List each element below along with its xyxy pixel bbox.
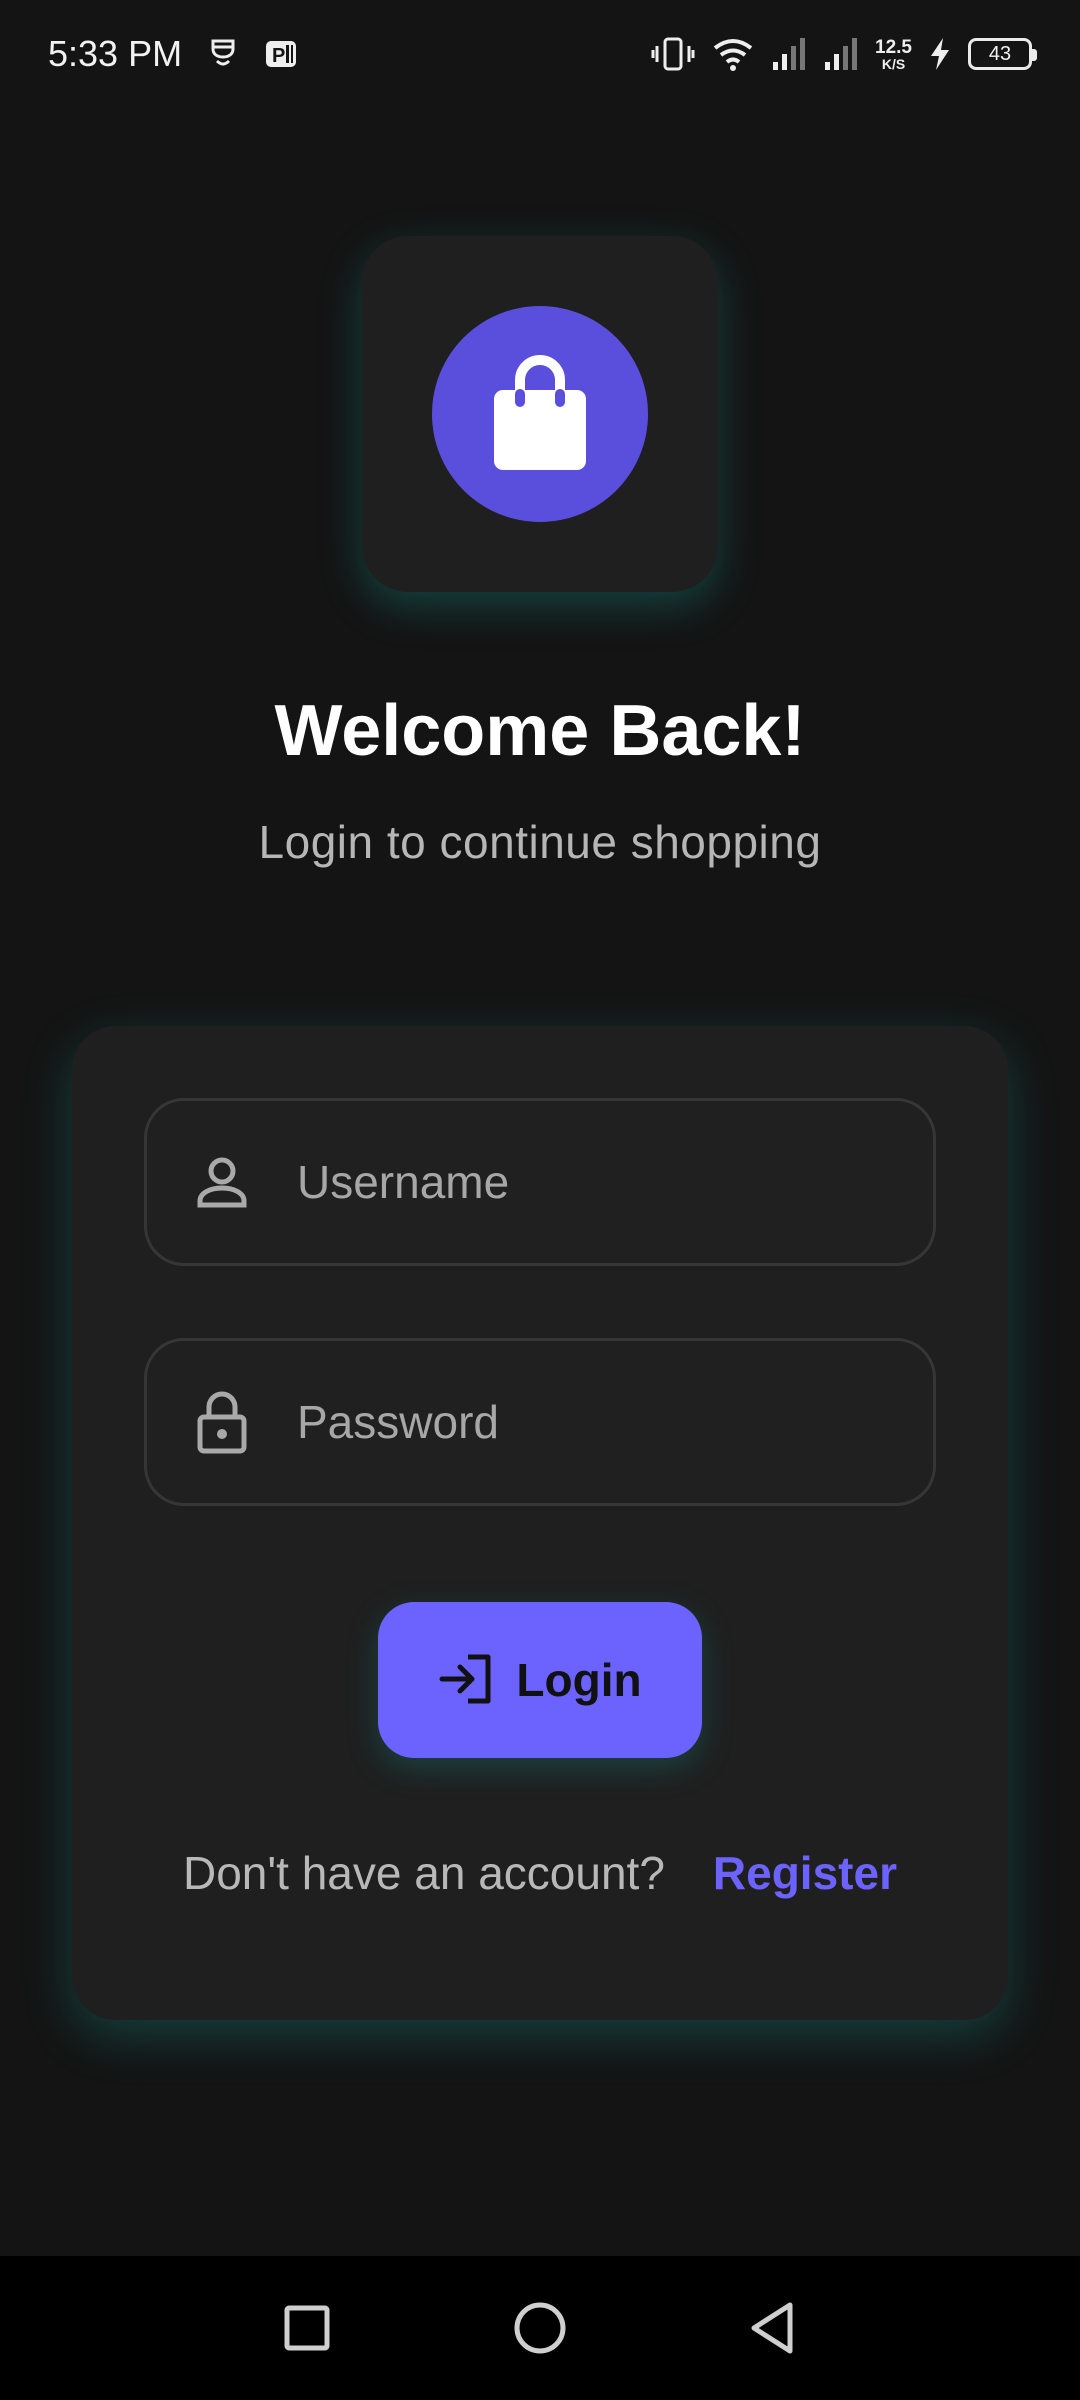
network-speed-value: 12.5 — [875, 36, 912, 58]
network-speed-unit: K/S — [881, 55, 906, 72]
login-button[interactable]: Login — [378, 1602, 702, 1758]
app-logo-circle — [432, 306, 648, 522]
signal-icon-1 — [771, 36, 807, 72]
login-card: Login Don't have an account? Register — [72, 1026, 1008, 2020]
back-triangle-icon[interactable] — [733, 2288, 813, 2368]
username-input[interactable] — [297, 1101, 933, 1263]
register-link[interactable]: Register — [713, 1846, 897, 1900]
login-icon — [438, 1653, 494, 1708]
welcome-title: Welcome Back! — [274, 691, 806, 771]
system-nav-bar — [0, 2256, 1080, 2400]
app-notification-icon — [208, 37, 238, 71]
status-left: 5:33 PM P — [48, 33, 298, 75]
home-circle-icon[interactable] — [500, 2288, 580, 2368]
recents-square-icon[interactable] — [267, 2288, 347, 2368]
parking-app-icon: P — [264, 37, 298, 71]
register-row: Don't have an account? Register — [72, 1846, 1008, 1900]
status-time: 5:33 PM — [48, 33, 183, 74]
svg-text:P: P — [272, 45, 285, 67]
charging-icon — [928, 36, 952, 72]
password-field[interactable] — [144, 1338, 936, 1506]
vibrate-icon — [651, 36, 695, 72]
status-bar: 5:33 PM P 12.5 K/S 43 — [0, 0, 1080, 108]
username-field[interactable] — [144, 1098, 936, 1266]
network-speed: 12.5 K/S — [875, 38, 912, 71]
signal-icon-2 — [823, 36, 859, 72]
battery-indicator: 43 — [968, 38, 1037, 70]
lock-icon — [147, 1389, 297, 1455]
register-prompt: Don't have an account? — [183, 1847, 665, 1899]
app-logo-tile — [362, 236, 718, 592]
login-screen: 5:33 PM P 12.5 K/S 43 Welcome Back! Logi… — [0, 0, 1080, 2400]
shopping-bag-icon — [490, 352, 590, 477]
welcome-subtitle: Login to continue shopping — [258, 816, 822, 868]
battery-level: 43 — [988, 42, 1012, 65]
login-button-label: Login — [516, 1654, 642, 1706]
wifi-icon — [711, 36, 755, 72]
person-icon — [147, 1155, 297, 1209]
password-input[interactable] — [297, 1341, 933, 1503]
status-right: 12.5 K/S 43 — [651, 36, 1037, 72]
